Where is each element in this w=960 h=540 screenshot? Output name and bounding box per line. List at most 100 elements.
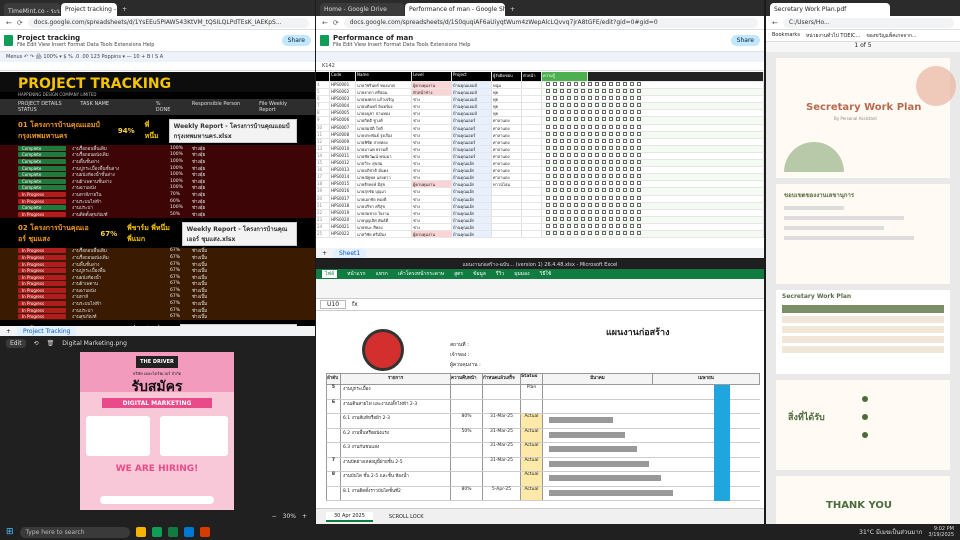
skill-checkbox[interactable] [637, 103, 641, 108]
skill-checkbox[interactable] [637, 195, 641, 200]
skill-checkbox[interactable] [637, 160, 641, 165]
skill-checkbox[interactable] [574, 216, 578, 221]
perf-row[interactable]: 12 HPS0009 นายพิชิต สายทอง ช่าง บ้านคุณเออร์… [316, 138, 764, 146]
skill-checkbox[interactable] [637, 145, 641, 150]
skill-checkbox[interactable] [574, 138, 578, 143]
excel-row[interactable]: 6 งานเดินสายไฟ และงานปลั๊กไฟฟ้า 2-3 [326, 399, 760, 414]
skill-checkbox[interactable] [581, 117, 585, 122]
skill-checkbox[interactable] [595, 202, 599, 207]
add-sheet-icon[interactable]: + [322, 250, 327, 257]
skill-checkbox[interactable] [637, 223, 641, 228]
back-icon[interactable]: ← [322, 19, 328, 27]
skill-checkbox[interactable] [630, 110, 634, 115]
skill-checkbox[interactable] [567, 131, 571, 136]
skill-checkbox[interactable] [623, 110, 627, 115]
perf-row[interactable]: 7 HPS0004 นายบดินทร์ อินทร์ผง ช่าง บ้านคุณแอ… [316, 103, 764, 111]
skill-checkbox[interactable] [588, 174, 592, 179]
perf-project[interactable]: บ้านคุณแอ้ก [452, 209, 492, 216]
browser-tab-timemint[interactable]: TimeMint.co - ระบบตอกบัตร ระบบบริหาร... [4, 3, 60, 16]
skill-checkbox[interactable] [630, 145, 634, 150]
skill-checkbox[interactable] [546, 230, 550, 235]
perf-project[interactable]: บ้านคุณแอ้ก [452, 174, 492, 181]
skill-checkbox[interactable] [567, 223, 571, 228]
skill-checkbox[interactable] [595, 96, 599, 101]
perf-level[interactable]: ช่าง [412, 223, 452, 230]
perf-level[interactable]: ช่าง [412, 152, 452, 160]
perf-row[interactable]: 9 HPS0006 นายกิตติ ชูวงศ์ ช่าง บ้านคุณเออร์ศ… [316, 117, 764, 125]
ribbon-tab-view[interactable]: มุมมอง [514, 270, 529, 278]
skill-checkbox[interactable] [623, 223, 627, 228]
status-dropdown[interactable]: Complete [18, 152, 66, 158]
skill-checkbox[interactable] [637, 131, 641, 136]
skill-checkbox[interactable] [574, 145, 578, 150]
skill-checkbox[interactable] [546, 82, 550, 86]
skill-checkbox[interactable] [567, 117, 571, 122]
taskbar-search[interactable]: Type here to search [19, 526, 130, 538]
skill-checkbox[interactable] [560, 131, 564, 136]
skill-checkbox[interactable] [588, 209, 592, 214]
perf-level[interactable]: ช่าง [412, 103, 452, 110]
skill-checkbox[interactable] [609, 145, 613, 150]
perf-row[interactable]: 14 HPS0011 นายชัยวัฒน์ พรมมา ช่าง บ้านคุณเออ… [316, 152, 764, 161]
skill-checkbox[interactable] [560, 167, 564, 172]
edit-button[interactable]: Edit [6, 338, 26, 348]
perf-row[interactable]: 19 HPS0016 นายสุรชัย บุญมา ช่าง บ้านคุณแอ้ก [316, 188, 764, 196]
skill-checkbox[interactable] [630, 103, 634, 108]
file-explorer-icon[interactable] [135, 527, 146, 537]
skill-checkbox[interactable] [595, 117, 599, 122]
skill-checkbox[interactable] [630, 89, 634, 94]
skill-checkbox[interactable] [574, 124, 578, 129]
skill-checkbox[interactable] [588, 124, 592, 129]
powerpoint-icon[interactable] [199, 527, 210, 537]
skill-checkbox[interactable] [602, 89, 606, 94]
perf-project[interactable]: บ้านคุณเออร์ [452, 138, 492, 145]
skill-checkbox[interactable] [567, 181, 571, 186]
start-icon[interactable]: ⊞ [6, 527, 14, 537]
skill-checkbox[interactable] [553, 145, 557, 150]
skill-checkbox[interactable] [637, 124, 641, 129]
skill-checkbox[interactable] [581, 160, 585, 165]
skill-checkbox[interactable] [623, 124, 627, 129]
skill-checkbox[interactable] [630, 152, 634, 157]
skill-checkbox[interactable] [602, 209, 606, 214]
excel-icon[interactable] [167, 527, 178, 537]
skill-checkbox[interactable] [574, 110, 578, 115]
skill-checkbox[interactable] [609, 223, 613, 228]
skill-checkbox[interactable] [616, 103, 620, 108]
skill-checkbox[interactable] [553, 195, 557, 200]
skill-checkbox[interactable] [574, 89, 578, 94]
perf-level[interactable]: ช่าง [412, 174, 452, 181]
page-input[interactable]: 1 [854, 42, 858, 49]
skill-checkbox[interactable] [546, 117, 550, 122]
skill-checkbox[interactable] [630, 124, 634, 129]
skill-checkbox[interactable] [609, 181, 613, 186]
perf-project[interactable]: บ้านคุณแอ้ก [452, 223, 492, 230]
skill-checkbox[interactable] [588, 138, 592, 143]
skill-checkbox[interactable] [560, 117, 564, 122]
url-field[interactable]: docs.google.com/spreadsheets/d/1YsEEu5PI… [27, 17, 309, 28]
perf-project[interactable]: บ้านคุณแอ้ก [452, 202, 492, 209]
skill-checkbox[interactable] [553, 89, 557, 94]
skill-checkbox[interactable] [567, 216, 571, 221]
skill-checkbox[interactable] [595, 160, 599, 165]
skill-checkbox[interactable] [574, 174, 578, 179]
skill-checkbox[interactable] [581, 89, 585, 94]
skill-checkbox[interactable] [581, 223, 585, 228]
status-dropdown[interactable]: In Progress [18, 307, 66, 313]
skill-checkbox[interactable] [546, 160, 550, 165]
perf-level[interactable]: หัวหน้าช่าง [412, 89, 452, 96]
skill-checkbox[interactable] [630, 202, 634, 207]
skill-checkbox[interactable] [616, 96, 620, 101]
skill-checkbox[interactable] [637, 188, 641, 193]
perf-project[interactable]: บ้านคุณแอมป์ [452, 103, 492, 110]
perf-level[interactable]: ช่าง [412, 195, 452, 202]
skill-checkbox[interactable] [616, 89, 620, 94]
skill-checkbox[interactable] [595, 195, 599, 200]
skill-checkbox[interactable] [553, 216, 557, 221]
skill-checkbox[interactable] [637, 96, 641, 101]
perf-level[interactable]: ช่าง [412, 188, 452, 195]
skill-checkbox[interactable] [553, 209, 557, 214]
skill-checkbox[interactable] [581, 82, 585, 86]
skill-checkbox[interactable] [602, 124, 606, 129]
skill-checkbox[interactable] [602, 96, 606, 101]
